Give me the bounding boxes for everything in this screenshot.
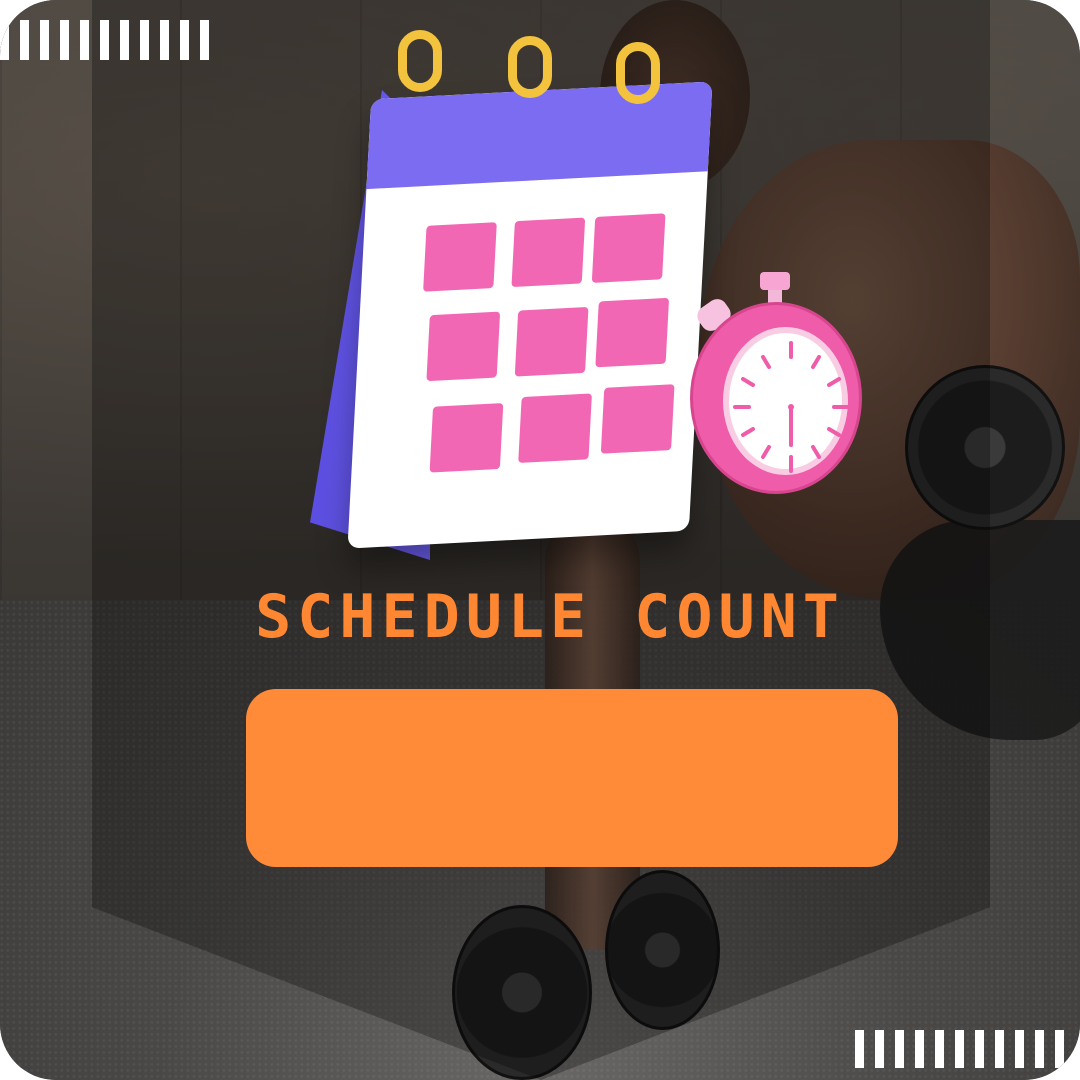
calendar-face xyxy=(347,81,713,549)
schedule-count-box xyxy=(246,689,898,867)
stripe-decoration-bottom xyxy=(855,1030,1064,1068)
stopwatch-button xyxy=(760,272,790,290)
stopwatch-body xyxy=(690,302,862,494)
calendar-cell xyxy=(429,403,504,473)
stopwatch-face xyxy=(723,327,850,475)
calendar-cell xyxy=(514,306,589,377)
calendar-cell xyxy=(423,222,497,292)
calendar-cell xyxy=(600,384,675,454)
page-title: SCHEDULE COUNT xyxy=(255,582,845,652)
schedule-count-card: SCHEDULE COUNT xyxy=(0,0,1080,1080)
calendar-ring xyxy=(398,30,442,92)
stopwatch-icon xyxy=(690,272,865,497)
calendar-header xyxy=(366,81,713,190)
calendar-cell xyxy=(595,297,670,368)
calendar-cell xyxy=(511,217,586,288)
calendar-cell xyxy=(518,393,592,464)
calendar-cell xyxy=(591,213,666,283)
calendar-icon xyxy=(310,30,730,560)
calendar-ring xyxy=(508,36,552,98)
calendar-cell xyxy=(426,311,501,382)
stripe-decoration-top xyxy=(0,20,209,60)
stopwatch-dial xyxy=(733,341,850,473)
calendar-ring xyxy=(616,42,660,104)
